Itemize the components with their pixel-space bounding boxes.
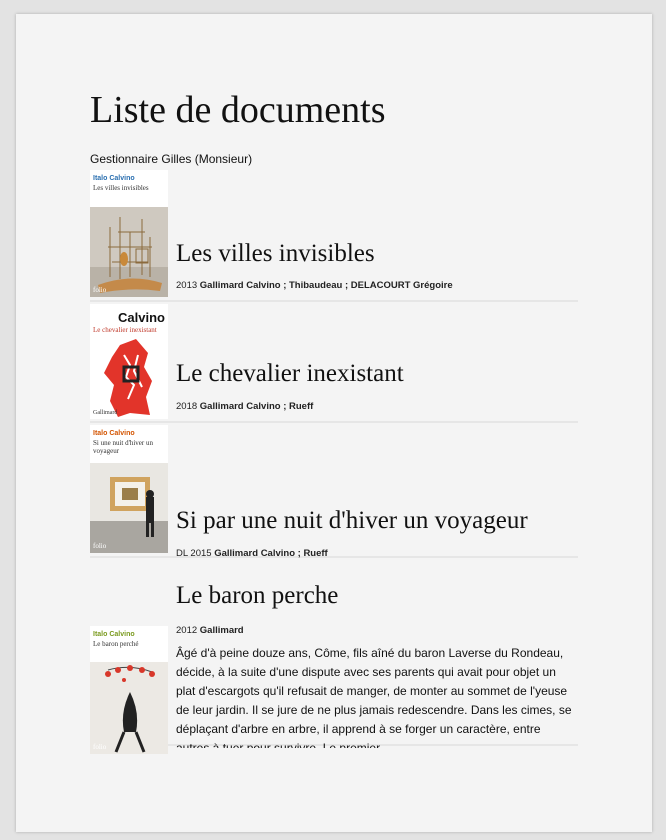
document-title[interactable]: Si par une nuit d'hiver un voyageur <box>176 507 528 535</box>
book-cover[interactable]: Calvino Le chevalier inexistant Gallimar… <box>90 304 168 419</box>
document-sheet: Liste de documents Gestionnaire Gilles (… <box>16 14 652 832</box>
document-meta: 2012 Gallimard <box>176 625 244 636</box>
cover-artwork <box>90 335 168 419</box>
book-cover[interactable]: Italo Calvino Les villes invisibles foli… <box>90 170 168 297</box>
book-cover[interactable]: Italo Calvino Le baron perché folio <box>90 626 168 754</box>
document-meta: 2018 Gallimard Calvino ; Rueff <box>176 401 314 412</box>
page-title: Liste de documents <box>90 89 386 131</box>
cover-artwork <box>90 207 168 297</box>
document-title[interactable]: Le chevalier inexistant <box>176 360 404 388</box>
document-item[interactable]: Italo Calvino Le baron perché folio Le b… <box>90 558 578 754</box>
document-meta: 2013 Gallimard Calvino ; Thibaudeau ; DE… <box>176 280 453 291</box>
document-item[interactable]: Calvino Le chevalier inexistant Gallimar… <box>90 302 578 423</box>
document-item[interactable]: Italo Calvino Les villes invisibles foli… <box>90 170 578 302</box>
manager-label: Gestionnaire Gilles (Monsieur) <box>90 152 253 166</box>
document-title[interactable]: Le baron perche <box>176 582 338 610</box>
cover-artwork <box>90 662 168 754</box>
cover-artwork <box>90 463 168 553</box>
document-title[interactable]: Les villes invisibles <box>176 240 375 268</box>
book-cover[interactable]: Italo Calvino Si une nuit d'hiver un voy… <box>90 425 168 553</box>
document-item[interactable]: Italo Calvino Si une nuit d'hiver un voy… <box>90 423 578 559</box>
document-summary: Âgé d'à peine douze ans, Côme, fils aîné… <box>176 646 572 748</box>
